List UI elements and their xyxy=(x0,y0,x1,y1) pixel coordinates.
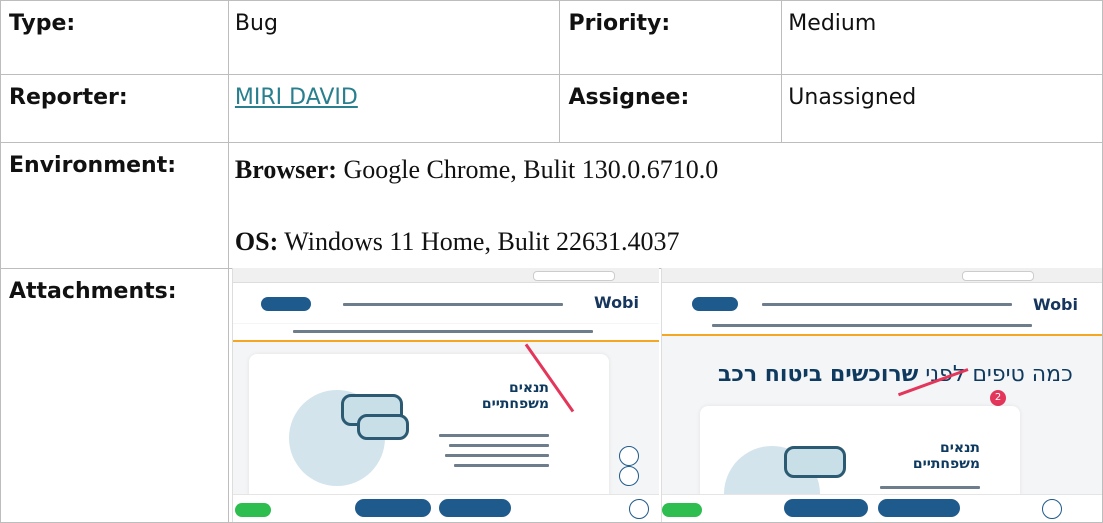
browser-toolbar xyxy=(662,268,1102,283)
card-heading-line2: משפחתיים xyxy=(481,396,549,412)
subnav-links xyxy=(293,330,593,333)
address-bar xyxy=(533,271,615,281)
card-text xyxy=(454,464,549,467)
type-label: Type: xyxy=(0,0,229,75)
footer-cta-2 xyxy=(878,499,960,517)
page-banner: כמה טיפים לפני שרוכשים ביטוח רכב xyxy=(718,362,1073,387)
os-value: Windows 11 Home, Bulit 22631.4037 xyxy=(278,227,680,256)
wobi-logo: Wobi xyxy=(593,293,639,312)
footer-cta-1 xyxy=(355,499,431,517)
priority-label: Priority: xyxy=(559,0,783,75)
header-button xyxy=(261,297,311,311)
site-subnav xyxy=(662,318,1102,336)
card-text xyxy=(445,454,549,457)
reporter-link[interactable]: MIRI DAVID xyxy=(235,85,358,110)
attachment-thumbnail-2[interactable]: Wobi כמה טיפים לפני שרוכשים ביטוח רכב 2 … xyxy=(661,268,1102,522)
reporter-cell: MIRI DAVID xyxy=(227,74,561,143)
assignee-value: Unassigned xyxy=(781,74,1103,143)
card-text xyxy=(880,486,980,489)
card-heading: תנאים משפחתיים xyxy=(913,440,980,472)
card-text xyxy=(449,444,549,447)
browser-label: Browser: xyxy=(234,155,337,184)
address-bar xyxy=(962,271,1034,281)
os-label: OS: xyxy=(234,227,279,256)
attachment-thumbnail-1[interactable]: Wobi תנאים משפחתיים xyxy=(232,268,659,522)
card-heading: תנאים משפחתיים xyxy=(482,380,549,412)
browser-toolbar xyxy=(233,268,659,283)
site-subnav xyxy=(233,324,659,342)
attachments-label: Attachments: xyxy=(0,268,229,523)
whatsapp-button xyxy=(662,503,702,517)
reporter-assignee-row: Reporter: MIRI DAVID Assignee: Unassigne… xyxy=(0,74,1103,143)
footer-cta-1 xyxy=(784,499,868,517)
site-header: Wobi xyxy=(662,283,1102,323)
wobi-logo: Wobi xyxy=(1032,295,1078,314)
illustration-object xyxy=(784,446,846,478)
step-badge: 2 xyxy=(990,390,1006,406)
environment-label: Environment: xyxy=(0,142,229,269)
assignee-label: Assignee: xyxy=(559,74,783,143)
site-footer xyxy=(662,494,1102,522)
environment-row: Environment: Browser: Google Chrome, Bul… xyxy=(0,142,1103,269)
header-nav xyxy=(762,303,1012,306)
environment-value: Browser: Google Chrome, Bulit 130.0.6710… xyxy=(227,142,1103,269)
scroll-down-icon[interactable] xyxy=(619,466,639,486)
card-heading-line1: תנאים xyxy=(509,380,549,396)
type-priority-row: Type: Bug Priority: Medium xyxy=(0,0,1103,75)
browser-value: Google Chrome, Bulit 130.0.6710.0 xyxy=(336,155,719,184)
subnav-links xyxy=(712,324,1032,327)
footer-cta-2 xyxy=(439,499,511,517)
chevron-down-icon xyxy=(629,499,649,519)
browser-line: Browser: Google Chrome, Bulit 130.0.6710… xyxy=(235,155,1102,185)
priority-value: Medium xyxy=(781,0,1103,75)
card-text xyxy=(439,434,549,437)
banner-plain-text: כמה טיפים לפני xyxy=(918,362,1073,387)
site-header: Wobi xyxy=(233,283,659,323)
illustration-object xyxy=(357,414,409,440)
banner-bold-text: שרוכשים ביטוח רכב xyxy=(718,362,919,387)
card-heading-line2: משפחתיים xyxy=(912,456,980,472)
scroll-up-icon[interactable] xyxy=(619,446,639,466)
site-footer xyxy=(233,494,659,522)
card-heading-line1: תנאים xyxy=(940,440,980,456)
whatsapp-button xyxy=(235,503,271,517)
header-nav xyxy=(343,303,563,306)
chevron-down-icon xyxy=(1042,499,1062,519)
header-button xyxy=(692,297,738,311)
reporter-label: Reporter: xyxy=(0,74,229,143)
content-card: תנאים משפחתיים xyxy=(249,354,609,514)
type-value: Bug xyxy=(227,0,561,75)
os-line: OS: Windows 11 Home, Bulit 22631.4037 xyxy=(235,227,1102,257)
